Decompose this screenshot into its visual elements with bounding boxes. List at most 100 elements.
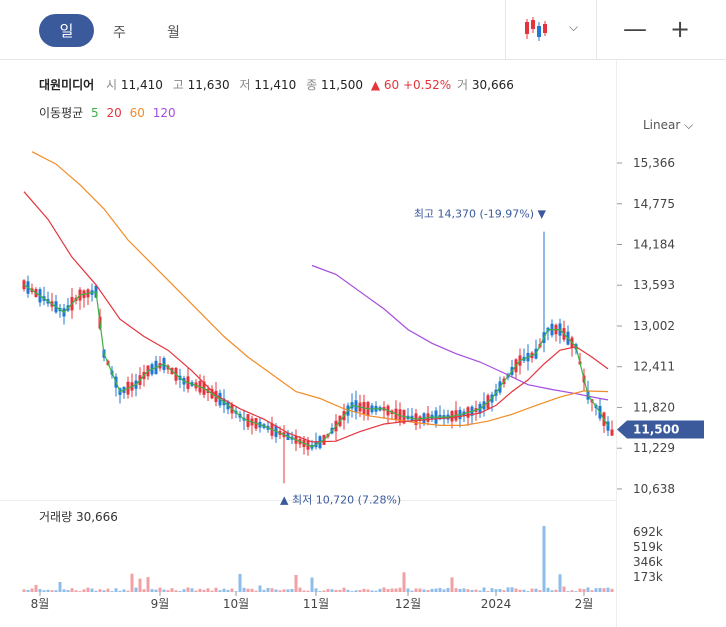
volume-bar [102, 590, 106, 592]
volume-bar [158, 587, 162, 592]
volume-title: 거래량 [39, 510, 73, 524]
x-axis-tick-label: 11월 [303, 597, 329, 611]
volume-bar [470, 589, 474, 592]
volume-bar [410, 590, 414, 592]
volume-bar [262, 589, 266, 592]
volume-bar [402, 572, 406, 592]
volume-bar [522, 589, 526, 592]
volume-bar [570, 590, 574, 592]
volume-bar [510, 587, 514, 592]
volume-bar [466, 589, 470, 592]
volume-bar [594, 588, 598, 592]
volume-bar [558, 574, 562, 592]
volume-bar [542, 526, 546, 592]
volume-bar [42, 590, 46, 592]
volume-panel-label: 거래량 30,666 [39, 508, 118, 525]
volume-bar [186, 587, 190, 592]
volume-bar [198, 588, 202, 592]
volume-bar [46, 589, 50, 592]
volume-bar [478, 590, 482, 592]
volume-bar [270, 588, 274, 592]
volume-bar [122, 589, 126, 592]
volume-bar [298, 587, 302, 592]
volume-bar [306, 590, 310, 592]
volume-bar [278, 590, 282, 592]
volume-bar [210, 590, 214, 592]
volume-bar [78, 591, 82, 592]
volume-bar [94, 590, 98, 592]
volume-bar [66, 590, 70, 592]
volume-bar [330, 589, 334, 592]
volume-bar [282, 589, 286, 592]
volume-bar [514, 588, 518, 592]
volume-bar [554, 589, 558, 592]
volume-bar [130, 573, 134, 592]
high-annotation: 최고 14,370 (-19.97%) ▼ [414, 208, 547, 221]
volume-bar [414, 588, 418, 592]
volume-bar [206, 588, 210, 592]
volume-bar [194, 590, 198, 592]
volume-bar [30, 588, 34, 592]
volume-bar [166, 590, 170, 592]
volume-bar [586, 587, 590, 592]
volume-bar [462, 588, 466, 592]
volume-bar [442, 589, 446, 592]
volume-bar [342, 587, 346, 592]
volume-bar [254, 590, 258, 592]
volume-bar [458, 588, 462, 592]
volume-bar [22, 589, 26, 592]
volume-bar [226, 589, 230, 592]
volume-bar [274, 589, 278, 592]
volume-bar [258, 585, 262, 592]
volume-bar [266, 587, 270, 592]
volume-bar [34, 585, 38, 592]
volume-bar [106, 588, 110, 592]
volume-bar [234, 591, 238, 592]
volume-bar [238, 573, 242, 592]
volume-bar [54, 590, 58, 592]
volume-bar [62, 589, 66, 592]
volume-bar [170, 588, 174, 592]
volume-bar [494, 589, 498, 592]
y-axis-tick-label: 11,820 [633, 400, 675, 414]
volume-bar [118, 590, 122, 592]
volume-bar [518, 589, 522, 592]
volume-bar [358, 589, 362, 592]
volume-current: 30,666 [75, 510, 118, 524]
volume-bar [506, 587, 510, 592]
volume-bar [526, 591, 530, 592]
volume-bar [334, 589, 338, 592]
y-axis-tick-label: 11,229 [633, 441, 675, 455]
volume-bar [590, 590, 594, 592]
current-price-label: 11,500 [633, 423, 679, 437]
ma20-line [23, 191, 609, 443]
volume-bar [114, 588, 118, 592]
volume-bar [50, 590, 54, 592]
volume-bar [562, 586, 566, 592]
volume-bar [314, 588, 318, 592]
volume-bar [58, 582, 62, 592]
volume-bar [286, 589, 290, 592]
y-axis-tick-label: 15,366 [633, 156, 675, 170]
volume-bar [446, 588, 450, 592]
volume-bar [606, 587, 610, 592]
volume-bar [174, 590, 178, 592]
volume-bar [242, 587, 246, 592]
x-axis-tick-label: 2월 [575, 597, 594, 611]
volume-bar [426, 589, 430, 592]
y-axis-tick-label: 10,638 [633, 482, 675, 496]
volume-bar [530, 588, 534, 592]
volume-bar [582, 589, 586, 592]
volume-bar [126, 590, 130, 592]
y-axis-tick-label: 14,184 [633, 238, 675, 252]
volume-bar [290, 588, 294, 592]
volume-bar [142, 589, 146, 592]
volume-bar [154, 589, 158, 592]
volume-bar [98, 589, 102, 592]
volume-bar [610, 588, 614, 592]
price-chart[interactable]: 15,366 14,775 14,184 13,593 13,002 12,411 11,8… [0, 0, 726, 627]
volume-bar [86, 587, 90, 592]
volume-bar [110, 591, 114, 592]
volume-bar [354, 590, 358, 592]
volume-bar [370, 590, 374, 592]
